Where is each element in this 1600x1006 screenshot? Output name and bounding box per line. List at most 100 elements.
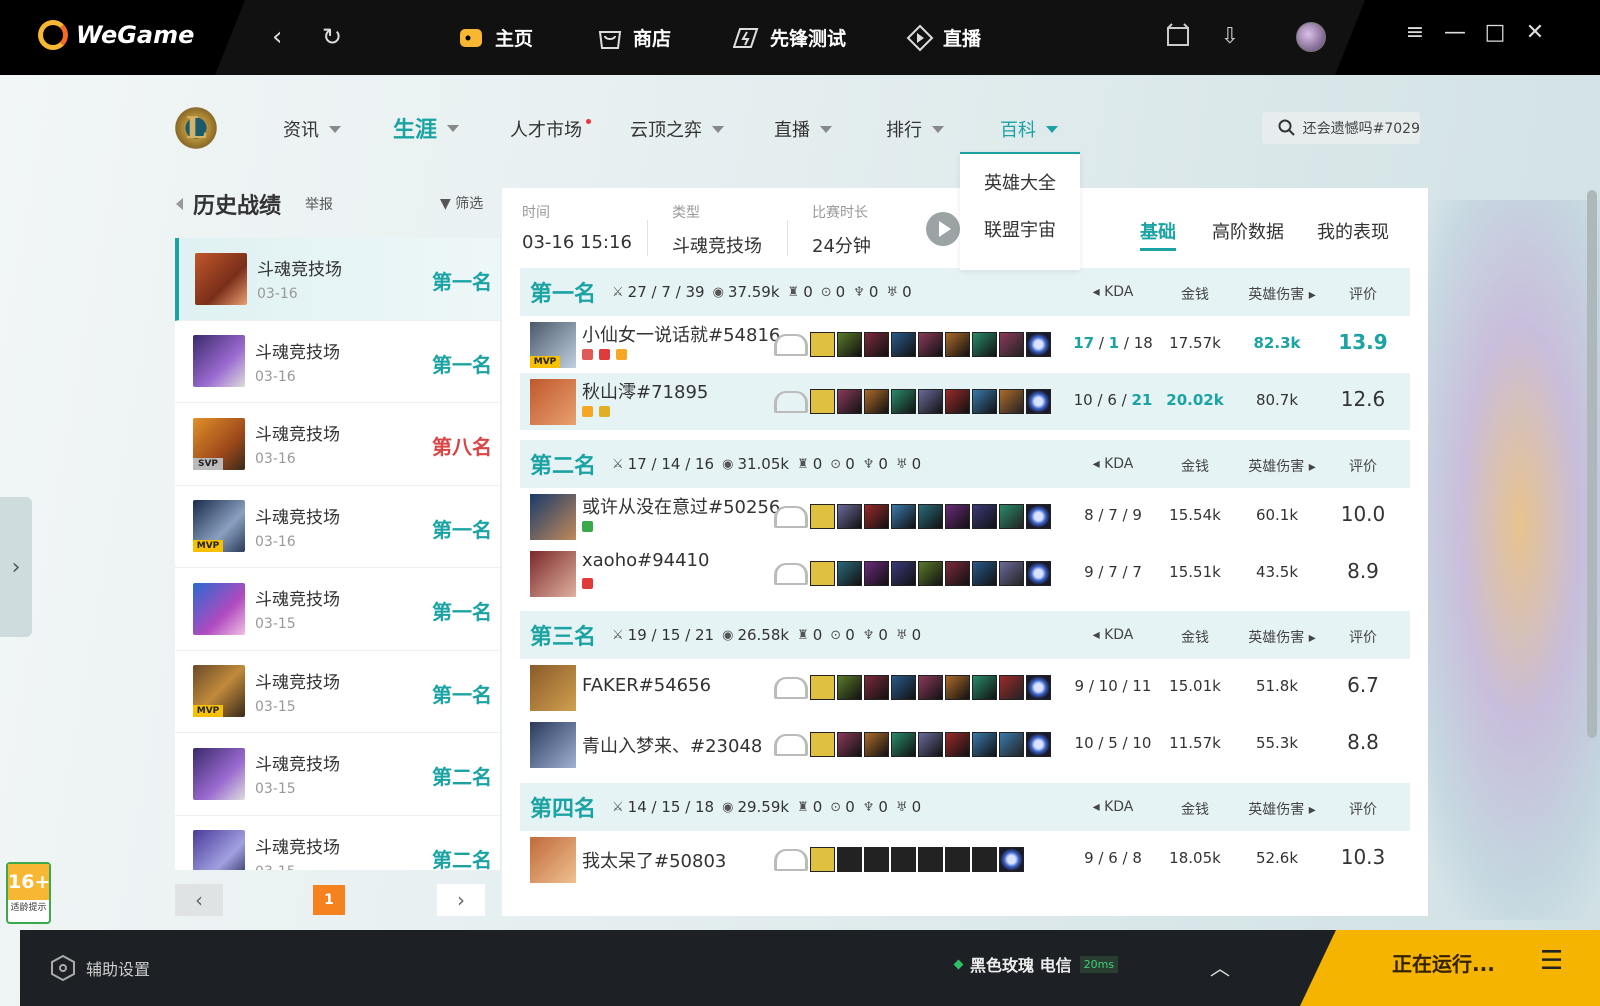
refresh-icon[interactable]: ↻	[322, 22, 342, 52]
tab-basic[interactable]: 基础	[1140, 218, 1176, 251]
match-item[interactable]: 斗魂竞技场 03-15 第一名	[175, 568, 500, 651]
item-icon[interactable]	[864, 732, 889, 757]
current-page[interactable]: 1	[313, 885, 345, 915]
player-name[interactable]: 秋山澪#71895	[582, 378, 708, 404]
item-icon[interactable]	[999, 389, 1024, 414]
item-icon[interactable]	[891, 675, 916, 700]
player-name[interactable]: 小仙女一说话就#54816	[582, 321, 780, 347]
item-icon[interactable]	[837, 561, 862, 586]
match-item[interactable]: MVP 斗魂竞技场 03-15 第一名	[175, 651, 500, 733]
score-column-header[interactable]: 评价	[1326, 799, 1400, 819]
item-icon[interactable]	[891, 561, 916, 586]
collapse-arrow-icon[interactable]	[176, 198, 183, 210]
item-icon[interactable]	[864, 504, 889, 529]
lolnav-news[interactable]: 资讯	[283, 116, 341, 142]
minimize-icon[interactable]: —	[1440, 20, 1470, 45]
item-icon[interactable]	[999, 732, 1024, 757]
item-icon[interactable]	[864, 561, 889, 586]
kda-column-header[interactable]: ◂ KDA	[1068, 627, 1158, 643]
item-icon[interactable]	[891, 389, 916, 414]
item-icon[interactable]	[945, 561, 970, 586]
dropdown-item-universe[interactable]: 联盟宇宙	[960, 207, 1080, 254]
maximize-icon[interactable]: □	[1480, 20, 1510, 45]
item-icon[interactable]	[837, 732, 862, 757]
download-icon[interactable]: ⇩	[1215, 22, 1245, 52]
lolnav-career[interactable]: 生涯	[393, 112, 460, 144]
item-icon[interactable]	[972, 332, 997, 357]
score-column-header[interactable]: 评价	[1326, 627, 1400, 647]
topnav-home[interactable]: 主页	[458, 24, 533, 51]
lol-logo[interactable]: L	[173, 103, 219, 153]
player-row[interactable]: 青山入梦来、#23048 10 / 5 / 10 11.57k 55.3k 8.…	[520, 716, 1410, 773]
menu-icon[interactable]: ☰	[1540, 946, 1563, 976]
expand-sidebar-button[interactable]: ›	[0, 497, 32, 637]
chevron-up-icon[interactable]: ︿	[1210, 952, 1230, 981]
item-icon[interactable]	[999, 332, 1024, 357]
item-icon[interactable]	[864, 389, 889, 414]
match-item[interactable]: 斗魂竞技场 03-16 第一名	[175, 321, 500, 403]
item-icon[interactable]	[999, 561, 1024, 586]
item-icon[interactable]	[918, 389, 943, 414]
item-icon[interactable]	[837, 504, 862, 529]
user-avatar[interactable]	[1296, 22, 1326, 52]
gold-column-header[interactable]: 金钱	[1158, 799, 1232, 819]
gold-column-header[interactable]: 金钱	[1158, 284, 1232, 304]
tab-advanced[interactable]: 高阶数据	[1212, 218, 1284, 244]
dropdown-item-champions[interactable]: 英雄大全	[960, 160, 1080, 207]
lolnav-live[interactable]: 直播	[774, 116, 832, 142]
item-icon[interactable]	[837, 389, 862, 414]
item-icon[interactable]	[864, 332, 889, 357]
item-icon[interactable]	[945, 389, 970, 414]
damage-column-header[interactable]: 英雄伤害 ▸	[1232, 799, 1332, 819]
score-column-header[interactable]: 评价	[1326, 284, 1400, 304]
item-icon[interactable]	[891, 332, 916, 357]
item-icon[interactable]	[891, 504, 916, 529]
menu-icon[interactable]: ≡	[1400, 20, 1430, 45]
search-box[interactable]: 还会遗憾吗#7029	[1262, 112, 1420, 144]
replay-play-icon[interactable]	[926, 212, 960, 246]
kda-column-header[interactable]: ◂ KDA	[1068, 284, 1158, 300]
gold-column-header[interactable]: 金钱	[1158, 456, 1232, 476]
item-icon[interactable]	[837, 675, 862, 700]
lolnav-talent[interactable]: 人才市场	[510, 116, 597, 142]
assist-settings-button[interactable]: 辅助设置	[50, 954, 150, 982]
item-icon[interactable]	[918, 732, 943, 757]
player-row[interactable]: 秋山澪#71895 10 / 6 / 21 20.02k 80.7k 12.6	[520, 373, 1410, 430]
topnav-live[interactable]: 直播	[906, 24, 981, 51]
next-page-button[interactable]: ›	[437, 884, 485, 916]
player-row[interactable]: xaoho#94410 9 / 7 / 7 15.51k 43.5k 8.9	[520, 545, 1410, 602]
player-name[interactable]: 我太呆了#50803	[582, 847, 726, 873]
player-name[interactable]: FAKER#54656	[582, 675, 711, 696]
match-item[interactable]: 斗魂竞技场 03-15 第二名	[175, 733, 500, 816]
player-name[interactable]: xaoho#94410	[582, 550, 709, 571]
item-icon[interactable]	[864, 675, 889, 700]
item-icon[interactable]	[999, 504, 1024, 529]
item-icon[interactable]	[972, 389, 997, 414]
player-row[interactable]: 我太呆了#50803 9 / 6 / 8 18.05k 52.6k 10.3	[520, 831, 1410, 888]
report-link[interactable]: 举报	[305, 194, 333, 214]
item-icon[interactable]	[837, 332, 862, 357]
player-row[interactable]: 或许从没在意过#50256 8 / 7 / 9 15.54k 60.1k 10.…	[520, 488, 1410, 545]
damage-column-header[interactable]: 英雄伤害 ▸	[1232, 456, 1332, 476]
item-icon[interactable]	[972, 504, 997, 529]
match-item[interactable]: SVP 斗魂竞技场 03-16 第八名	[175, 403, 500, 486]
page-scrollbar[interactable]	[1587, 190, 1597, 738]
tab-my-performance[interactable]: 我的表现	[1317, 218, 1389, 244]
player-name[interactable]: 青山入梦来、#23048	[582, 732, 762, 758]
topnav-pioneer[interactable]: 先锋测试	[733, 24, 846, 51]
match-item[interactable]: 斗魂竞技场 03-15 第二名	[175, 816, 500, 870]
item-icon[interactable]	[972, 561, 997, 586]
damage-column-header[interactable]: 英雄伤害 ▸	[1232, 627, 1332, 647]
player-row[interactable]: FAKER#54656 9 / 10 / 11 15.01k 51.8k 6.7	[520, 659, 1410, 716]
prev-page-button[interactable]: ‹	[175, 884, 223, 916]
player-name[interactable]: 或许从没在意过#50256	[582, 493, 780, 519]
item-icon[interactable]	[945, 675, 970, 700]
item-icon[interactable]	[972, 675, 997, 700]
item-icon[interactable]	[945, 332, 970, 357]
damage-column-header[interactable]: 英雄伤害 ▸	[1232, 284, 1332, 304]
filter-button[interactable]: ▼ 筛选	[440, 193, 483, 213]
gold-column-header[interactable]: 金钱	[1158, 627, 1232, 647]
lolnav-ranking[interactable]: 排行	[886, 116, 944, 142]
score-column-header[interactable]: 评价	[1326, 456, 1400, 476]
gift-box-icon[interactable]	[1163, 22, 1193, 52]
